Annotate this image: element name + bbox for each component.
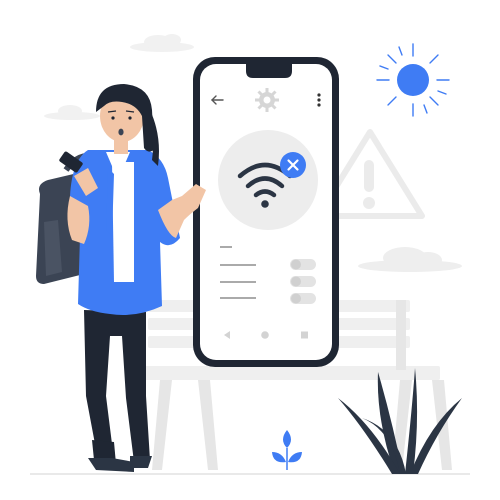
- phone: [193, 57, 339, 367]
- phone-notch: [246, 64, 292, 78]
- more-vertical-icon[interactable]: [317, 93, 321, 107]
- cloud-top: [130, 34, 194, 52]
- shoe-right: [130, 456, 152, 468]
- sun-icon: [376, 43, 450, 117]
- cloud-right: [358, 247, 462, 272]
- nav-recent-icon[interactable]: [301, 331, 308, 339]
- nav-home-icon[interactable]: [261, 331, 269, 339]
- no-wifi-illustration: [0, 0, 500, 500]
- plant-small: [272, 430, 302, 470]
- shoe-left: [88, 458, 134, 472]
- undershirt: [112, 162, 134, 282]
- trousers: [84, 310, 150, 462]
- gear-icon[interactable]: [255, 88, 279, 112]
- cloud-left: [44, 105, 100, 120]
- woman-figure: [36, 84, 206, 472]
- illustration-canvas: [30, 34, 470, 475]
